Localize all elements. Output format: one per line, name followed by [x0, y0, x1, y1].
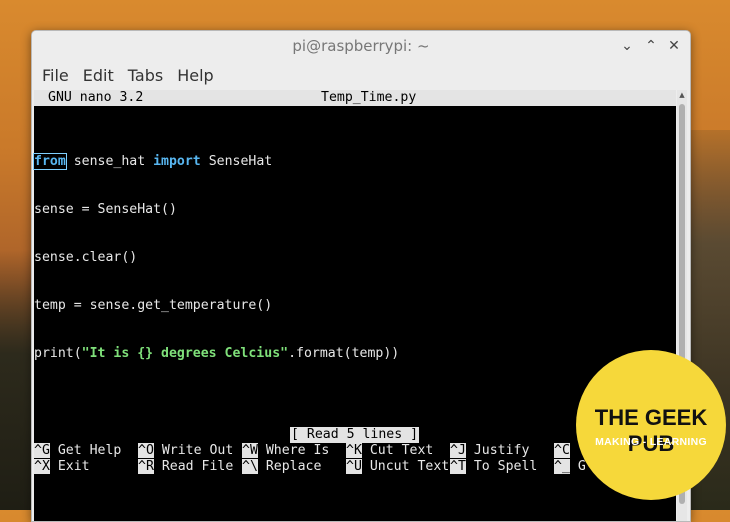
shortcut-uncut-text: ^U Uncut Text — [346, 459, 450, 474]
minimize-icon[interactable]: ⌄ — [618, 37, 636, 55]
close-icon[interactable]: ✕ — [665, 37, 683, 55]
code-line-4: temp = sense.get_temperature() — [34, 298, 273, 313]
code-line-5: print("It is {} degrees Celcius".format(… — [34, 346, 399, 362]
nano-filename: Temp_Time.py — [321, 90, 417, 105]
menu-edit[interactable]: Edit — [76, 66, 121, 85]
text-cursor: from — [33, 153, 67, 170]
shortcut-justify: ^J Justify — [450, 443, 530, 458]
menu-bar: File Edit Tabs Help — [32, 61, 690, 90]
shortcut-exit: ^X Exit — [34, 459, 90, 474]
code-line-1: from sense_hat import SenseHat — [33, 153, 399, 170]
nano-version: GNU nano 3.2 — [48, 90, 144, 105]
shortcut-where-is: ^W Where Is — [242, 443, 330, 458]
shortcut-read-file: ^R Read File — [138, 459, 234, 474]
code-editor[interactable]: from sense_hat import SenseHat sense = S… — [33, 122, 399, 394]
code-keyword: import — [153, 154, 201, 169]
code-line-3: sense.clear() — [34, 250, 138, 265]
menu-file[interactable]: File — [35, 66, 76, 85]
shortcut-cur-pos: ^C — [554, 443, 570, 458]
shortcut-write-out: ^O Write Out — [138, 443, 234, 458]
status-message: [ Read 5 lines ] — [290, 427, 420, 443]
maximize-icon[interactable]: ⌃ — [642, 37, 660, 55]
menu-help[interactable]: Help — [170, 66, 220, 85]
shortcut-row-2: ^X Exit ^R Read File ^\ Replace ^U Uncut… — [34, 459, 676, 475]
nano-header: GNU nano 3.2 Temp_Time.py — [34, 90, 676, 106]
shortcut-to-spell: ^T To Spell — [450, 459, 538, 474]
code-text: sense_hat — [65, 154, 154, 169]
window-title: pi@raspberrypi: ~ — [292, 37, 430, 55]
logo-name: THE GEEK PUB — [594, 405, 708, 456]
shortcut-cut-text: ^K Cut Text — [346, 443, 434, 458]
code-text: print( — [34, 346, 82, 361]
shortcut-get-help: ^G Get Help — [34, 443, 122, 458]
watermark-logo: THE GEEK PUB MAKING - LEARNING — [576, 350, 726, 500]
shortcut-replace: ^\ Replace — [242, 459, 322, 474]
title-bar[interactable]: pi@raspberrypi: ~ ⌄ ⌃ ✕ — [32, 31, 690, 61]
code-text: .format(temp)) — [288, 346, 400, 361]
logo-tagline: MAKING - LEARNING — [595, 436, 707, 448]
scroll-up-icon[interactable]: ▲ — [677, 90, 687, 100]
code-string: "It is {} degrees Celcius" — [81, 346, 289, 361]
code-text: SenseHat — [200, 154, 273, 169]
menu-tabs[interactable]: Tabs — [121, 66, 170, 85]
code-line-2: sense = SenseHat() — [34, 202, 177, 217]
shortcut-go-to-line: ^_ G — [554, 459, 586, 474]
